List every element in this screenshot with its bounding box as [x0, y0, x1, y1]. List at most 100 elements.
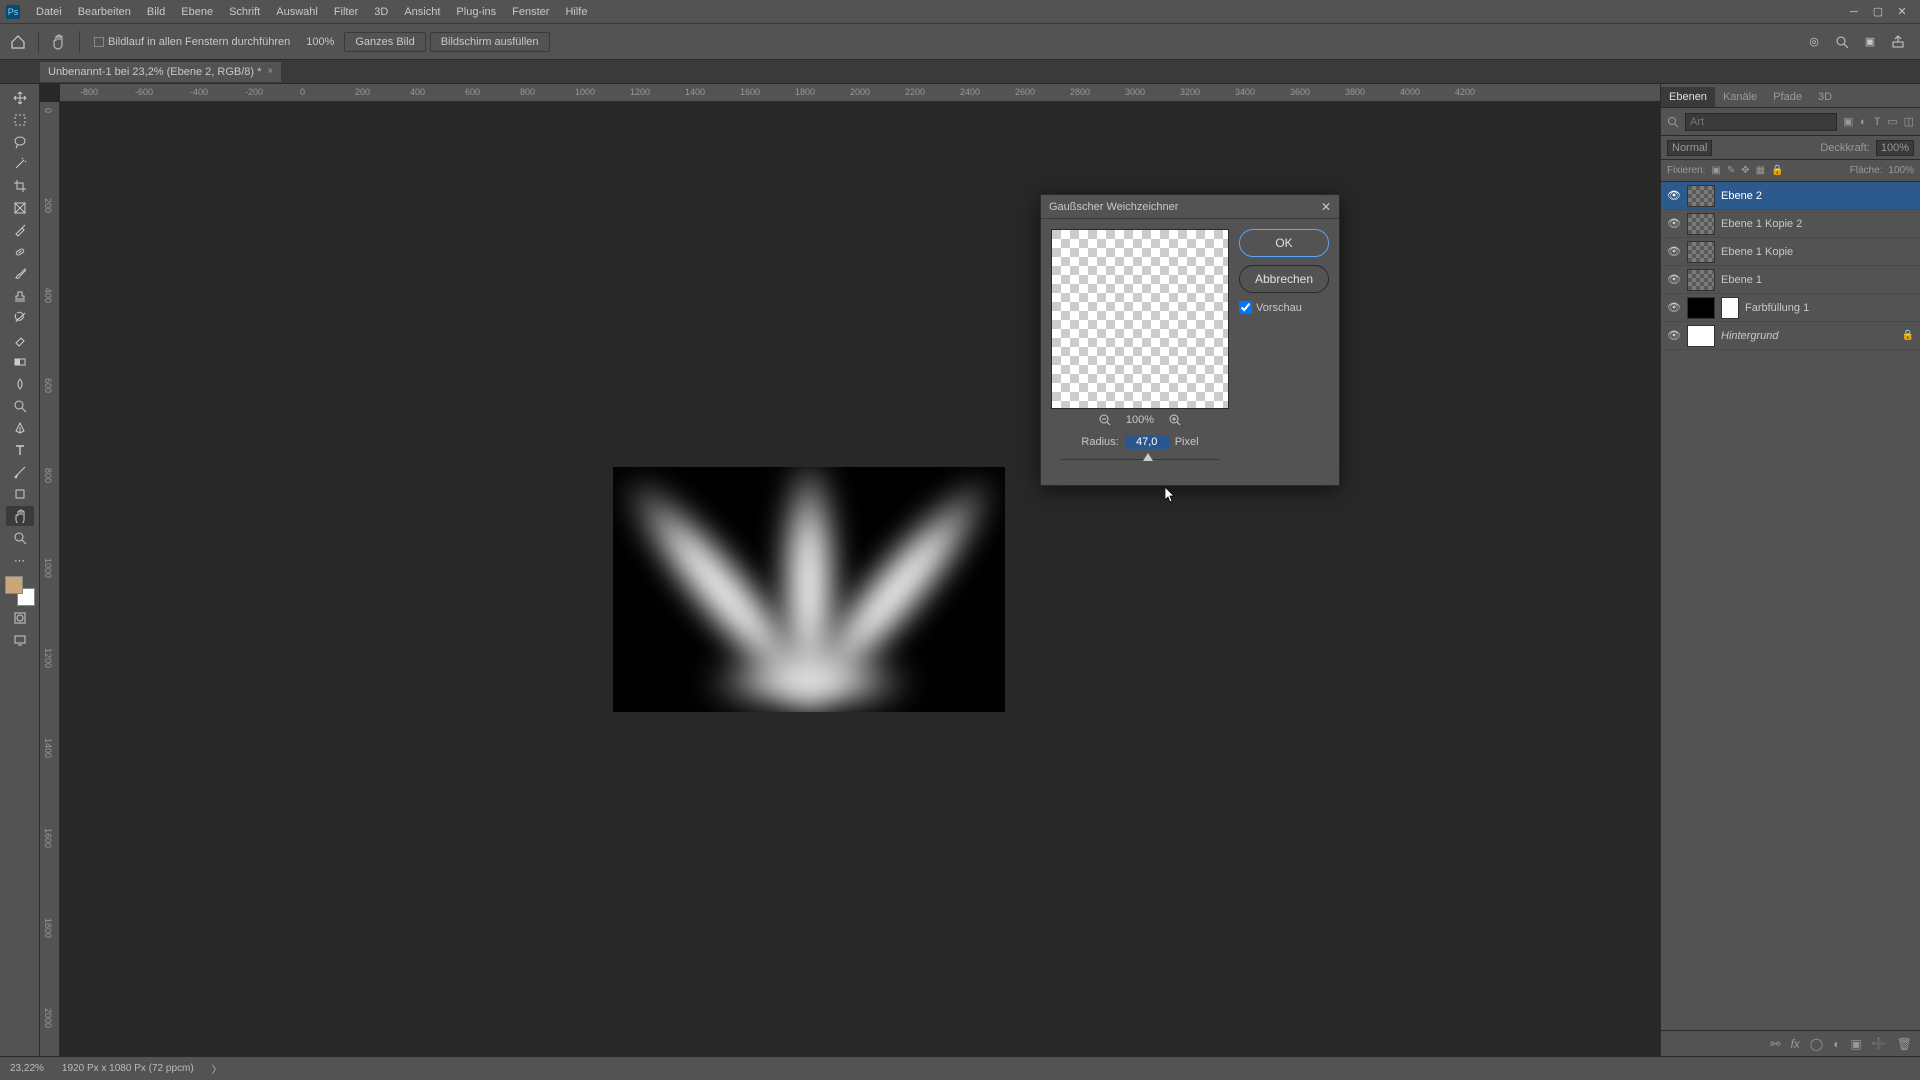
layer-row[interactable]: 👁 Ebene 1 [1661, 266, 1920, 294]
visibility-icon[interactable]: 👁 [1667, 273, 1681, 286]
lock-artboard-icon[interactable]: ▦ [1756, 165, 1765, 176]
layer-row[interactable]: 👁Hintergrund🔒 [1661, 322, 1920, 350]
layer-thumb[interactable] [1687, 185, 1715, 207]
eyedropper-tool-icon[interactable] [6, 220, 34, 240]
close-icon[interactable]: ✕ [1321, 200, 1331, 214]
menu-item[interactable]: Datei [28, 6, 70, 18]
layer-thumb[interactable] [1687, 297, 1715, 319]
radius-slider[interactable] [1061, 455, 1219, 465]
menu-item[interactable]: Schrift [221, 6, 268, 18]
wand-tool-icon[interactable] [6, 154, 34, 174]
fit-screen-button[interactable]: Ganzes Bild [344, 32, 425, 52]
ok-button[interactable]: OK [1239, 229, 1329, 257]
layer-filter-input[interactable] [1685, 113, 1837, 131]
layer-thumb[interactable] [1687, 241, 1715, 263]
preview-checkbox-input[interactable] [1239, 301, 1252, 314]
zoom-out-icon[interactable] [1098, 413, 1112, 427]
lasso-tool-icon[interactable] [6, 132, 34, 152]
eraser-tool-icon[interactable] [6, 330, 34, 350]
more-tools-icon[interactable]: ⋯ [6, 550, 34, 570]
tab-layers[interactable]: Ebenen [1661, 87, 1715, 107]
zoom-value[interactable]: 100% [300, 36, 340, 48]
filter-smart-icon[interactable]: ◫ [1904, 114, 1914, 130]
radius-input[interactable] [1125, 435, 1169, 449]
visibility-icon[interactable]: 👁 [1667, 301, 1681, 314]
filter-shape-icon[interactable]: ▭ [1887, 114, 1897, 130]
visibility-icon[interactable]: 👁 [1667, 245, 1681, 258]
pen-tool-icon[interactable] [6, 418, 34, 438]
fill-value[interactable]: 100% [1888, 165, 1914, 176]
tab-3d[interactable]: 3D [1810, 87, 1840, 107]
lock-paint-icon[interactable]: ✎ [1727, 165, 1735, 176]
canvas[interactable] [60, 102, 1660, 1056]
cancel-button[interactable]: Abbrechen [1239, 265, 1329, 293]
heal-tool-icon[interactable] [6, 242, 34, 262]
link-layers-icon[interactable]: ⚯ [1770, 1037, 1780, 1051]
move-tool-icon[interactable] [6, 88, 34, 108]
layer-name[interactable]: Ebene 1 Kopie [1721, 246, 1793, 258]
layer-name[interactable]: Ebene 1 [1721, 274, 1762, 286]
history-brush-tool-icon[interactable] [6, 308, 34, 328]
layer-row[interactable]: 👁 Ebene 1 Kopie 2 [1661, 210, 1920, 238]
type-tool-icon[interactable] [6, 440, 34, 460]
shape-tool-icon[interactable] [6, 484, 34, 504]
menu-item[interactable]: Plug-ins [448, 6, 504, 18]
tab-channels[interactable]: Kanäle [1715, 87, 1765, 107]
delete-icon[interactable]: 🗑 [1897, 1037, 1912, 1051]
layer-row[interactable]: 👁Ebene 2 [1661, 182, 1920, 210]
marquee-tool-icon[interactable] [6, 110, 34, 130]
document-tab[interactable]: Unbenannt-1 bei 23,2% (Ebene 2, RGB/8) *… [40, 62, 281, 82]
quickmask-icon[interactable] [6, 608, 34, 628]
layer-thumb[interactable] [1687, 269, 1715, 291]
screenmode-icon[interactable] [6, 630, 34, 650]
dodge-tool-icon[interactable] [6, 396, 34, 416]
adjustment-icon[interactable]: ◐ [1833, 1037, 1840, 1051]
menu-item[interactable]: Filter [326, 6, 366, 18]
window-close-icon[interactable]: ✕ [1890, 4, 1914, 20]
brush-tool-icon[interactable] [6, 264, 34, 284]
lock-all-icon[interactable]: 🔒 [1771, 165, 1783, 176]
blend-mode-select[interactable]: Normal [1667, 140, 1712, 156]
window-maximize-icon[interactable]: ▢ [1866, 4, 1890, 20]
lock-pixels-icon[interactable]: ▣ [1711, 165, 1720, 176]
menu-item[interactable]: Ebene [173, 6, 221, 18]
ruler-horizontal[interactable]: -800-600-400-200020040060080010001200140… [60, 84, 1660, 102]
fg-color-swatch[interactable] [5, 576, 23, 594]
menu-item[interactable]: Bearbeiten [70, 6, 139, 18]
visibility-icon[interactable]: 👁 [1667, 189, 1681, 202]
hand-tool-icon[interactable] [6, 506, 34, 526]
workspace-icon[interactable]: ▣ [1860, 32, 1880, 52]
window-minimize-icon[interactable]: ─ [1842, 4, 1866, 20]
slider-thumb-icon[interactable] [1143, 453, 1153, 461]
frame-tool-icon[interactable] [6, 198, 34, 218]
stamp-tool-icon[interactable] [6, 286, 34, 306]
menu-item[interactable]: Fenster [504, 6, 557, 18]
layer-name[interactable]: Hintergrund [1721, 330, 1778, 342]
tab-paths[interactable]: Pfade [1765, 87, 1810, 107]
fx-icon[interactable]: fx [1790, 1037, 1799, 1051]
layer-thumb[interactable] [1687, 325, 1715, 347]
layer-name[interactable]: Ebene 1 Kopie 2 [1721, 218, 1802, 230]
cloud-docs-icon[interactable]: ◎ [1804, 32, 1824, 52]
close-tab-icon[interactable]: × [267, 66, 273, 77]
fill-screen-button[interactable]: Bildschirm ausfüllen [430, 32, 550, 52]
visibility-icon[interactable]: 👁 [1667, 217, 1681, 230]
visibility-icon[interactable]: 👁 [1667, 329, 1681, 342]
status-zoom[interactable]: 23,22% [10, 1063, 44, 1074]
filter-image-icon[interactable]: ▣ [1843, 114, 1853, 130]
new-layer-icon[interactable]: ➕ [1872, 1037, 1887, 1051]
path-tool-icon[interactable] [6, 462, 34, 482]
preview-checkbox[interactable]: Vorschau [1239, 301, 1329, 314]
status-docinfo[interactable]: 1920 Px x 1080 Px (72 ppcm) [62, 1063, 194, 1074]
dialog-titlebar[interactable]: Gaußscher Weichzeichner ✕ [1041, 195, 1339, 219]
ruler-vertical[interactable]: 0200400600800100012001400160018002000 [40, 102, 60, 1056]
lock-position-icon[interactable]: ✥ [1741, 165, 1749, 176]
zoom-tool-icon[interactable] [6, 528, 34, 548]
zoom-in-icon[interactable] [1168, 413, 1182, 427]
opacity-value[interactable]: 100% [1876, 140, 1914, 156]
dialog-preview[interactable] [1051, 229, 1229, 409]
color-swatches[interactable] [5, 576, 35, 606]
mask-icon[interactable]: ◯ [1810, 1037, 1823, 1051]
layer-mask-thumb[interactable] [1721, 297, 1739, 319]
layer-thumb[interactable] [1687, 213, 1715, 235]
